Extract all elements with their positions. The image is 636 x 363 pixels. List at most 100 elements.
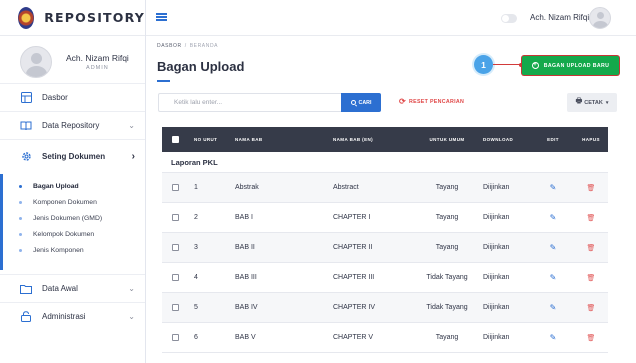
cell-nama-en: CHAPTER III	[333, 274, 375, 281]
search-button[interactable]: CARI	[341, 93, 381, 112]
trash-icon[interactable]: 🗑	[583, 173, 599, 202]
row-checkbox[interactable]	[172, 334, 179, 341]
submenu-item-jenis-dokumen[interactable]: Jenis Dokumen (GMD)	[3, 210, 145, 226]
dashboard-icon	[20, 92, 32, 104]
submenu-item-label: Jenis Dokumen (GMD)	[33, 214, 103, 222]
cell-umum: Tidak Tayang	[426, 304, 468, 311]
group-row: Laporan PKL	[162, 152, 608, 173]
sidebar-item-label: Seting Dokumen	[42, 152, 106, 161]
gear-icon	[20, 151, 32, 163]
col-no-urut[interactable]: NO URUT	[194, 127, 217, 152]
topbar-user-name[interactable]: Ach. Nizam Rifqi	[530, 13, 589, 22]
bullet-icon	[19, 200, 22, 204]
cell-nama: BAB III	[235, 274, 257, 281]
cell-umum: Tayang	[435, 244, 459, 251]
bagan-table: NO URUT NAMA BAB NAMA BAB (EN) UNTUK UMU…	[162, 127, 608, 353]
app-window: REPOSITORY Ach. Nizam Rifqi ADMIN Dasbor…	[0, 0, 636, 363]
sidebar-item-seting-dokumen[interactable]: Seting Dokumen ›	[0, 139, 145, 173]
sidebar: REPOSITORY Ach. Nizam Rifqi ADMIN Dasbor…	[0, 0, 146, 363]
reset-search-button[interactable]: ⟳ RESET PENCARIAN	[399, 97, 464, 106]
cell-nama: BAB IV	[235, 304, 258, 311]
sidebar-item-dasbor[interactable]: Dasbor	[0, 83, 145, 111]
callout-line	[493, 62, 523, 67]
brand-name: REPOSITORY	[44, 10, 145, 25]
chevron-right-icon: ›	[131, 151, 135, 162]
search-icon	[350, 100, 356, 105]
chevron-down-icon: ⌄	[128, 312, 135, 321]
profile-role: ADMIN	[86, 65, 109, 71]
theme-toggle[interactable]	[501, 14, 517, 23]
sidebar-profile[interactable]: Ach. Nizam Rifqi ADMIN	[0, 40, 145, 84]
submenu-item-jenis-komponen[interactable]: Jenis Komponen	[3, 242, 145, 258]
trash-icon[interactable]: 🗑	[583, 293, 599, 322]
table-row[interactable]: 6 BAB V CHAPTER V Tayang Diijinkan ✎ 🗑	[162, 323, 608, 353]
row-checkbox[interactable]	[172, 244, 179, 251]
row-checkbox[interactable]	[172, 274, 179, 281]
hamburger-menu-icon[interactable]	[156, 13, 167, 21]
chevron-down-icon: ⌄	[128, 284, 135, 293]
cell-download: Diijinkan	[483, 334, 510, 341]
cell-nama-en: CHAPTER I	[333, 214, 371, 221]
edit-icon[interactable]: ✎	[546, 203, 560, 232]
cell-umum: Tayang	[435, 214, 459, 221]
sidebar-item-label: Data Awal	[42, 284, 78, 293]
table-row[interactable]: 4 BAB III CHAPTER III Tidak Tayang Diiji…	[162, 263, 608, 293]
table-row[interactable]: 3 BAB II CHAPTER II Tayang Diijinkan ✎ 🗑	[162, 233, 608, 263]
cell-nama-en: CHAPTER IV	[333, 304, 376, 311]
cell-nama: BAB I	[235, 214, 253, 221]
submenu-item-bagan-upload[interactable]: Bagan Upload	[3, 178, 145, 194]
logo-icon	[18, 6, 35, 29]
col-untuk-umum[interactable]: UNTUK UMUM	[407, 127, 487, 152]
step-badge: 1	[474, 55, 493, 74]
cell-nama-en: Abstract	[333, 184, 359, 191]
topbar-avatar[interactable]	[589, 7, 611, 29]
col-edit: EDIT	[547, 137, 559, 142]
edit-icon[interactable]: ✎	[546, 233, 560, 262]
col-nama-bab-en[interactable]: NAMA BAB (EN)	[333, 127, 373, 152]
submenu-item-kelompok-dokumen[interactable]: Kelompok Dokumen	[3, 226, 145, 242]
col-hapus: HAPUS	[582, 137, 600, 142]
refresh-icon: ⟳	[399, 97, 407, 106]
trash-icon[interactable]: 🗑	[583, 263, 599, 292]
topbar: Ach. Nizam Rifqi	[146, 0, 636, 36]
col-download[interactable]: DOWNLOAD	[483, 127, 513, 152]
cell-nama-en: CHAPTER V	[333, 334, 374, 341]
row-checkbox[interactable]	[172, 214, 179, 221]
sidebar-item-data-awal[interactable]: Data Awal ⌄	[0, 274, 145, 302]
edit-icon[interactable]: ✎	[546, 173, 560, 202]
print-button[interactable]: 🖶 CETAK ▾	[567, 93, 617, 112]
cell-no: 4	[194, 274, 198, 281]
cell-nama: Abstrak	[235, 184, 259, 191]
sidebar-item-administrasi[interactable]: Administrasi ⌄	[0, 302, 145, 330]
add-bagan-upload-button[interactable]: + BAGAN UPLOAD BARU	[522, 56, 619, 75]
breadcrumb-separator: /	[184, 43, 187, 49]
row-checkbox[interactable]	[172, 184, 179, 191]
cell-no: 1	[194, 184, 198, 191]
edit-icon[interactable]: ✎	[546, 323, 560, 352]
row-checkbox[interactable]	[172, 304, 179, 311]
cell-download: Diijinkan	[483, 214, 510, 221]
col-nama-bab[interactable]: NAMA BAB	[235, 127, 263, 152]
trash-icon[interactable]: 🗑	[583, 233, 599, 262]
breadcrumb-current: BERANDA	[189, 43, 219, 49]
edit-icon[interactable]: ✎	[546, 263, 560, 292]
submenu-item-komponen-dokumen[interactable]: Komponen Dokumen	[3, 194, 145, 210]
cell-download: Diijinkan	[483, 244, 510, 251]
sidebar-item-data-repository[interactable]: Data Repository ⌄	[0, 111, 145, 139]
table-row[interactable]: 5 BAB IV CHAPTER IV Tidak Tayang Diijink…	[162, 293, 608, 323]
trash-icon[interactable]: 🗑	[583, 203, 599, 232]
cell-no: 2	[194, 214, 198, 221]
breadcrumb-home[interactable]: DASBOR	[157, 43, 182, 49]
table-row[interactable]: 2 BAB I CHAPTER I Tayang Diijinkan ✎ 🗑	[162, 203, 608, 233]
submenu-item-label: Komponen Dokumen	[33, 198, 97, 206]
select-all-checkbox[interactable]	[172, 136, 179, 143]
book-icon	[20, 120, 32, 132]
table-row[interactable]: 1 Abstrak Abstract Tayang Diijinkan ✎ 🗑	[162, 173, 608, 203]
edit-icon[interactable]: ✎	[546, 293, 560, 322]
trash-icon[interactable]: 🗑	[583, 323, 599, 352]
search-input[interactable]	[158, 93, 341, 112]
cell-download: Diijinkan	[483, 304, 510, 311]
bullet-icon	[19, 232, 22, 236]
cell-no: 6	[194, 334, 198, 341]
profile-name: Ach. Nizam Rifqi	[66, 53, 129, 63]
